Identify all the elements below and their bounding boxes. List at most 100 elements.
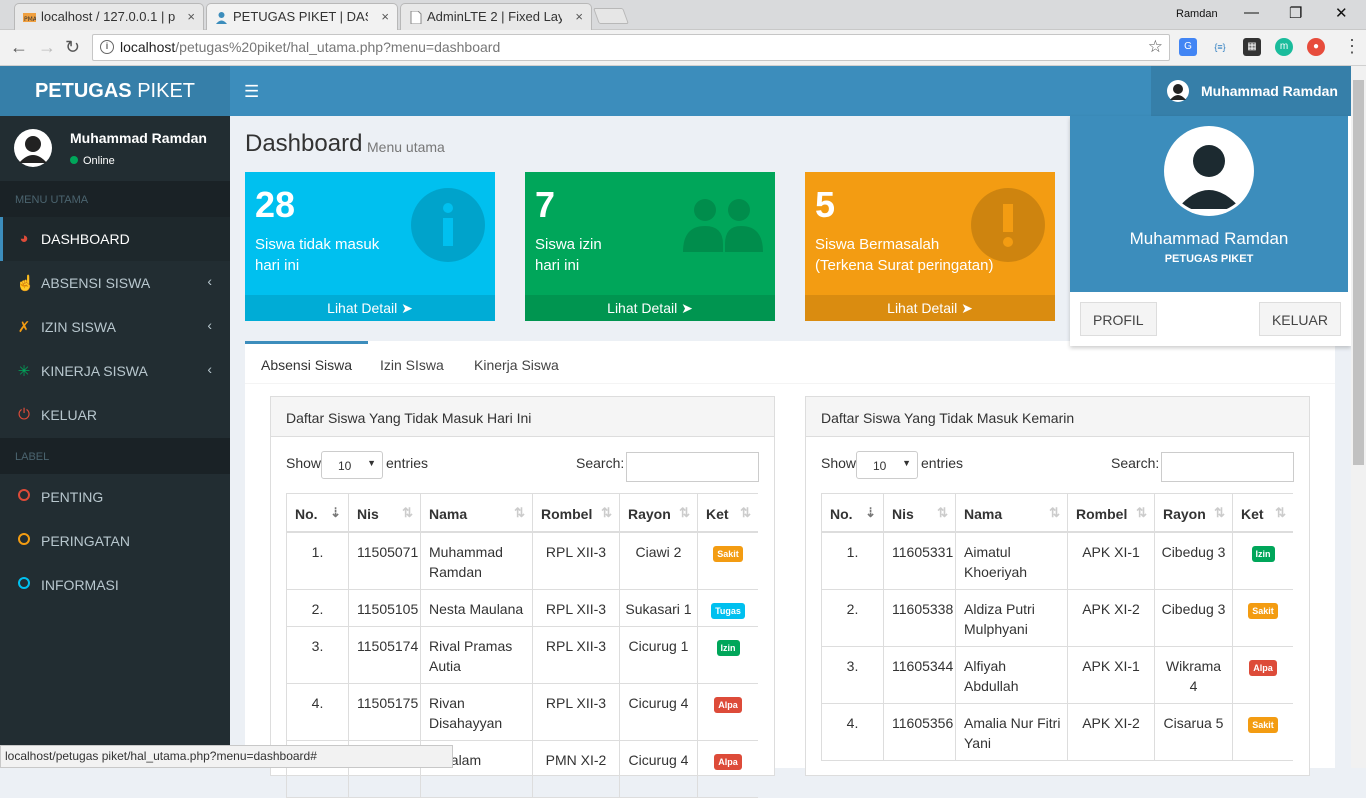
restore-icon[interactable]: ❐ [1289, 4, 1302, 22]
sort-icon[interactable]: ⇅ [937, 505, 948, 521]
sidebar-item-keluar[interactable]: ⏻ KELUAR [0, 393, 230, 437]
profile-button[interactable]: PROFIL [1080, 302, 1157, 336]
sidebar-label-peringatan[interactable]: PERINGATAN [0, 519, 230, 563]
stat-footer-link[interactable]: Lihat Detail ➤ [525, 295, 775, 321]
column-header[interactable]: Nama ⇅ [955, 494, 1067, 534]
table-row[interactable]: 3. 11505174 Rival Pramas Autia RPL XII-3 Cic… [286, 627, 758, 684]
cell-no: 2. [286, 590, 348, 626]
column-header[interactable]: Rombel ⇅ [1067, 494, 1154, 534]
cell-nama: Muhammad Ramdan [420, 533, 532, 589]
column-header[interactable]: Ket ⇅ [697, 494, 758, 534]
column-header[interactable]: Nama ⇅ [420, 494, 532, 534]
sidebar-item-izin[interactable]: ✗ IZIN SISWA ‹ [0, 305, 230, 349]
stat-box-tidak-masuk: 28 Siswa tidak masuk hari ini Lihat Detai… [245, 172, 495, 321]
search-input[interactable] [626, 452, 759, 482]
cell-ket: Alpa [697, 684, 758, 740]
m-extension-icon[interactable]: m [1275, 38, 1293, 56]
table-row[interactable]: 4. 11605356 Amalia Nur Fitri Yani APK XI-2 C… [821, 704, 1293, 761]
sort-icon[interactable]: ⇅ [1275, 505, 1286, 521]
stat-footer-link[interactable]: Lihat Detail ➤ [245, 295, 495, 321]
browser-tab-dashboard[interactable]: PETUGAS PIKET | DASHBO × [206, 3, 398, 31]
json-icon[interactable]: {≡} [1211, 38, 1229, 56]
cell-nama: Aldiza Putri Mulphyani [955, 590, 1067, 646]
cell-ket: Sakit [697, 533, 758, 589]
tab-kinerja[interactable]: Kinerja Siswa [458, 341, 575, 384]
close-icon[interactable]: × [575, 9, 583, 24]
stat-footer-link[interactable]: Lihat Detail ➤ [805, 295, 1055, 321]
qr-code-icon[interactable]: ▦ [1243, 38, 1261, 56]
sort-icon[interactable]: ⇅ [514, 505, 525, 521]
chrome-extension-icon[interactable]: ● [1307, 38, 1325, 56]
sort-icon[interactable]: ⇣ [330, 505, 341, 521]
entries-select[interactable]: 10 ▼ [856, 451, 918, 479]
table-row[interactable]: 3. 11605344 Alfiyah Abdullah APK XI-1 Wikram… [821, 647, 1293, 704]
browser-tab-phpmyadmin[interactable]: PMA localhost / 127.0.0.1 | php × [14, 3, 204, 30]
cell-rombel: APK XI-1 [1067, 647, 1154, 703]
close-icon[interactable]: × [381, 9, 389, 24]
spinner-icon: ✳ [17, 363, 31, 380]
table-row[interactable]: 4. 11505175 Rivan Disahayyan RPL XII-3 Cicur… [286, 684, 758, 741]
logout-button[interactable]: KELUAR [1258, 302, 1341, 336]
window-user[interactable]: Ramdan [1176, 8, 1218, 20]
new-tab-button[interactable] [593, 8, 629, 24]
entries-select[interactable]: 10 ▼ [321, 451, 383, 479]
dropdown-user-role: PETUGAS PIKET [1164, 253, 1254, 265]
menu-dots-icon[interactable]: ⋮ [1343, 36, 1361, 57]
close-icon[interactable]: × [187, 9, 195, 24]
table-header: No. ⇣ Nis ⇅ Nama ⇅ Rombel ⇅ Rayon ⇅ Ket ⇅ [821, 493, 1293, 534]
tab-absensi[interactable]: Absensi Siswa [245, 341, 369, 384]
scrollbar-thumb[interactable] [1353, 80, 1364, 465]
column-header[interactable]: Nis ⇅ [348, 494, 420, 534]
cell-no: 4. [286, 684, 348, 740]
panel-kemarin: Daftar Siswa Yang Tidak Masuk Kemarin Sh… [805, 396, 1310, 776]
column-header[interactable]: Nis ⇅ [883, 494, 955, 534]
entries-control: Show 10 ▼ entries [286, 451, 428, 479]
sort-icon[interactable]: ⇅ [402, 505, 413, 521]
sort-icon[interactable]: ⇅ [679, 505, 690, 521]
page-scrollbar[interactable] [1351, 66, 1366, 768]
sidebar-item-label: PERINGATAN [41, 533, 130, 549]
user-menu[interactable]: Muhammad Ramdan [1151, 66, 1351, 116]
sidebar-label-informasi[interactable]: INFORMASI [0, 563, 230, 607]
column-header[interactable]: No. ⇣ [821, 494, 883, 534]
forward-icon[interactable]: → [38, 37, 56, 58]
column-header[interactable]: Rayon ⇅ [619, 494, 697, 534]
cell-nis: 11605338 [883, 590, 955, 646]
sidebar-toggle-icon[interactable]: ☰ [244, 82, 259, 102]
column-header[interactable]: No. ⇣ [286, 494, 348, 534]
tab-izin[interactable]: Izin SIswa [364, 341, 460, 384]
sort-icon[interactable]: ⇣ [865, 505, 876, 521]
reload-icon[interactable]: ↻ [65, 37, 80, 58]
sort-icon[interactable]: ⇅ [1214, 505, 1225, 521]
close-window-icon[interactable]: ✕ [1335, 4, 1348, 22]
sidebar-item-kinerja[interactable]: ✳ KINERJA SISWA ‹ [0, 349, 230, 393]
table-row[interactable]: 2. 11505105 Nesta Maulana RPL XII-3 Sukasari… [286, 590, 758, 627]
column-header[interactable]: Ket ⇅ [1232, 494, 1293, 534]
table-row[interactable]: 1. 11605331 Aimatul Khoeriyah APK XI-1 Cibed… [821, 533, 1293, 590]
sidebar-item-absensi[interactable]: ☝ ABSENSI SISWA ‹ [0, 261, 230, 305]
address-bar-row: ← → ↻ i localhost/petugas%20piket/hal_ut… [0, 30, 1366, 66]
url-input[interactable]: i localhost/petugas%20piket/hal_utama.ph… [92, 34, 1170, 61]
column-header[interactable]: Rayon ⇅ [1154, 494, 1232, 534]
column-header[interactable]: Rombel ⇅ [532, 494, 619, 534]
back-icon[interactable]: ← [10, 37, 28, 58]
bookmark-star-icon[interactable]: ☆ [1148, 37, 1163, 57]
info-icon[interactable]: i [100, 40, 114, 54]
tab-title: localhost / 127.0.0.1 | php [41, 9, 176, 24]
sort-icon[interactable]: ⇅ [601, 505, 612, 521]
sidebar-item-dashboard[interactable]: ◕ DASHBOARD [0, 217, 230, 261]
circle-icon [16, 576, 32, 593]
arrow-circle-right-icon: ➤ [961, 300, 973, 316]
sort-icon[interactable]: ⇅ [1049, 505, 1060, 521]
table-row[interactable]: 2. 11605338 Aldiza Putri Mulphyani APK XI-2… [821, 590, 1293, 647]
sort-icon[interactable]: ⇅ [740, 505, 751, 521]
sort-icon[interactable]: ⇅ [1136, 505, 1147, 521]
search-input[interactable] [1161, 452, 1294, 482]
table-row[interactable]: 1. 11505071 Muhammad Ramdan RPL XII-3 Ciawi … [286, 533, 758, 590]
browser-tab-adminlte[interactable]: AdminLTE 2 | Fixed Layou × [400, 3, 592, 30]
sidebar-label-penting[interactable]: PENTING [0, 475, 230, 519]
translate-icon[interactable]: G [1179, 38, 1197, 56]
minimize-icon[interactable]: — [1244, 4, 1259, 21]
cell-rayon: Cibedug 3 [1154, 590, 1232, 646]
app-logo[interactable]: PETUGAS PIKET [0, 66, 230, 116]
